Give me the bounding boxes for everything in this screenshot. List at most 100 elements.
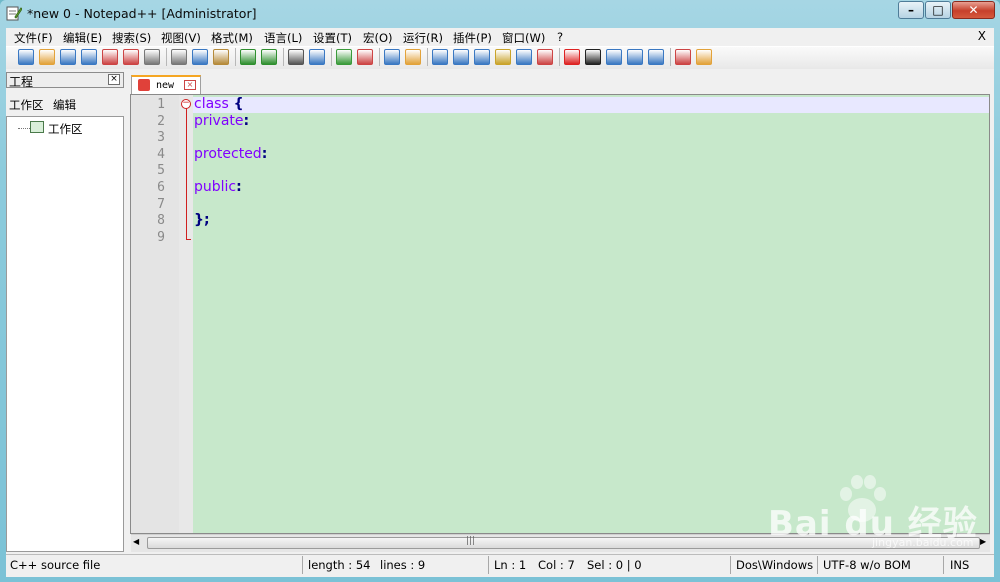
word-wrap-icon[interactable]	[432, 49, 448, 65]
scroll-right-icon[interactable]: ▶	[980, 537, 990, 549]
save-macro-icon[interactable]	[648, 49, 664, 65]
status-lines: lines : 9	[380, 558, 426, 572]
sync-h-icon[interactable]	[405, 49, 421, 65]
print-icon[interactable]	[144, 49, 160, 65]
toolbar-separator	[235, 48, 236, 66]
code-line: class {	[194, 96, 244, 112]
line-number: 3	[157, 130, 165, 145]
code-keyword: protected	[194, 146, 262, 162]
project-tree[interactable]	[6, 116, 124, 552]
status-divider	[943, 556, 944, 574]
menu-language[interactable]: 语言(L)	[264, 30, 302, 46]
status-line: Ln : 1	[494, 558, 527, 572]
status-column: Col : 7	[538, 558, 575, 572]
status-encoding: UTF-8 w/o BOM	[823, 558, 911, 572]
stop-record-icon[interactable]	[585, 49, 601, 65]
close-all-icon[interactable]	[123, 49, 139, 65]
code-line: public:	[194, 179, 242, 195]
new-file-icon[interactable]	[18, 49, 34, 65]
save-icon[interactable]	[60, 49, 76, 65]
code-keyword: public	[194, 179, 237, 195]
status-divider	[488, 556, 489, 574]
workspace-icon	[30, 121, 44, 133]
unsaved-file-icon	[138, 79, 150, 91]
find-icon[interactable]	[288, 49, 304, 65]
menu-settings[interactable]: 设置(T)	[313, 30, 352, 46]
sync-v-icon[interactable]	[384, 49, 400, 65]
code-operator: :	[261, 146, 268, 162]
line-number: 9	[157, 230, 165, 245]
menu-help[interactable]: ?	[557, 30, 563, 44]
tab-close-icon[interactable]: ×	[184, 80, 196, 90]
code-operator: {	[228, 96, 244, 112]
menu-view[interactable]: 视图(V)	[161, 30, 201, 46]
toolbar-separator	[283, 48, 284, 66]
minimize-button[interactable]: –	[898, 1, 924, 19]
scroll-grip-icon: |||	[466, 536, 476, 546]
toolbar-separator	[670, 48, 671, 66]
status-eol: Dos\Windows	[736, 558, 814, 572]
menu-plugins[interactable]: 插件(P)	[453, 30, 492, 46]
watermark-url: jingyan.baidu.com	[872, 536, 974, 549]
scroll-left-icon[interactable]: ◀	[133, 537, 143, 549]
redo-icon[interactable]	[261, 49, 277, 65]
code-operator: };	[194, 212, 210, 228]
code-keyword: class	[194, 96, 229, 112]
code-line: protected:	[194, 146, 267, 162]
fold-range-line	[186, 106, 191, 240]
zoom-in-icon[interactable]	[336, 49, 352, 65]
menu-window[interactable]: 窗口(W)	[502, 30, 545, 46]
tree-item-workspace[interactable]: 工作区	[48, 121, 83, 137]
project-panel-close-button[interactable]: ×	[108, 74, 120, 85]
undo-icon[interactable]	[240, 49, 256, 65]
current-line-highlight	[193, 97, 989, 113]
menu-edit[interactable]: 编辑(E)	[63, 30, 102, 46]
line-number: 1	[157, 97, 165, 112]
menu-search[interactable]: 搜索(S)	[112, 30, 151, 46]
spell-check-icon[interactable]	[675, 49, 691, 65]
all-chars-icon[interactable]	[453, 49, 469, 65]
run-multiple-icon[interactable]	[627, 49, 643, 65]
fold-collapse-icon[interactable]: −	[181, 99, 191, 109]
play-macro-icon[interactable]	[606, 49, 622, 65]
project-panel-title: 工程	[9, 75, 34, 89]
paste-icon[interactable]	[213, 49, 229, 65]
menu-run[interactable]: 运行(R)	[403, 30, 443, 46]
status-length: length : 54	[308, 558, 371, 572]
close-window-button[interactable]: ✕	[952, 1, 995, 19]
indent-guide-icon[interactable]	[474, 49, 490, 65]
menu-macro[interactable]: 宏(O)	[363, 30, 393, 46]
menu-format[interactable]: 格式(M)	[211, 30, 253, 46]
toolbar-separator	[427, 48, 428, 66]
doc-map-icon[interactable]	[516, 49, 532, 65]
maximize-button[interactable]: □	[925, 1, 951, 19]
status-divider	[730, 556, 731, 574]
menu-file[interactable]: 文件(F)	[14, 30, 53, 46]
menu-bar: 文件(F) 编辑(E) 搜索(S) 视图(V) 格式(M) 语言(L) 设置(T…	[6, 28, 994, 46]
toolbar-separator	[166, 48, 167, 66]
replace-icon[interactable]	[309, 49, 325, 65]
close-document-button[interactable]: X	[978, 29, 986, 43]
line-number: 5	[157, 163, 165, 178]
spell-options-icon[interactable]	[696, 49, 712, 65]
save-all-icon[interactable]	[81, 49, 97, 65]
function-list-icon[interactable]	[537, 49, 553, 65]
toolbar-separator	[559, 48, 560, 66]
copy-icon[interactable]	[192, 49, 208, 65]
user-lang-icon[interactable]	[495, 49, 511, 65]
code-line: };	[194, 212, 210, 228]
close-icon[interactable]	[102, 49, 118, 65]
status-selection: Sel : 0 | 0	[587, 558, 642, 572]
tab-label: new	[156, 80, 175, 91]
project-menu-workspace[interactable]: 工作区	[9, 97, 44, 113]
project-menu-edit[interactable]: 编辑	[53, 97, 76, 113]
code-operator: :	[243, 113, 250, 129]
zoom-out-icon[interactable]	[357, 49, 373, 65]
status-file-type: C++ source file	[10, 558, 101, 572]
maximize-icon: □	[932, 3, 944, 17]
cut-icon[interactable]	[171, 49, 187, 65]
close-icon: ✕	[968, 3, 979, 17]
toolbar-separator	[379, 48, 380, 66]
record-macro-icon[interactable]	[564, 49, 580, 65]
open-file-icon[interactable]	[39, 49, 55, 65]
